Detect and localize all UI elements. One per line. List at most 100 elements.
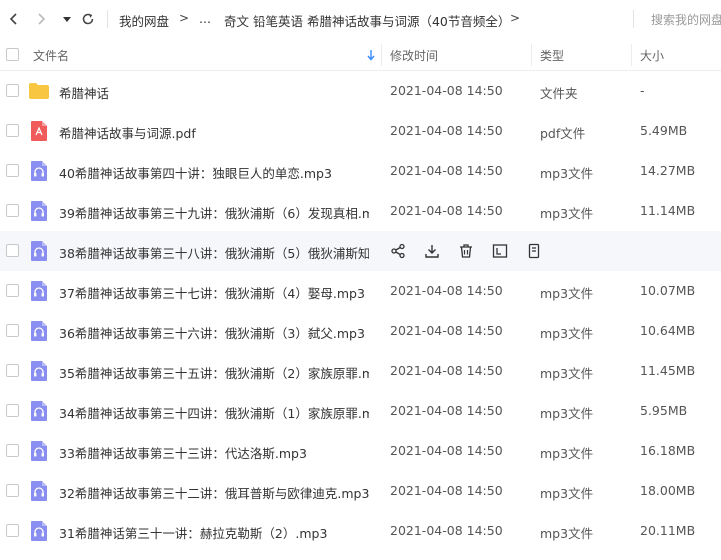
file-type: pdf文件 — [540, 126, 586, 141]
row-actions — [388, 241, 558, 261]
file-type: mp3文件 — [540, 446, 594, 461]
file-list-header: 文件名 修改时间 类型 大小 — [0, 38, 721, 71]
row-checkbox[interactable] — [6, 244, 19, 257]
rename-button[interactable] — [490, 241, 510, 261]
audio-file-icon — [31, 441, 47, 461]
column-header-name[interactable]: 文件名 — [33, 47, 69, 64]
column-header-size[interactable]: 大小 — [640, 47, 664, 64]
breadcrumb-separator: > — [510, 11, 521, 25]
file-name[interactable]: 36希腊神话故事第三十六讲：俄狄浦斯（3）弑父.mp3 — [59, 323, 365, 342]
file-type: mp3文件 — [540, 526, 594, 541]
sort-arrow-down-icon[interactable] — [366, 49, 376, 61]
file-name[interactable]: 38希腊神话故事第三十八讲：俄狄浦斯（5）俄狄浦斯知... — [59, 243, 369, 262]
row-checkbox[interactable] — [6, 204, 19, 217]
file-date: 2021-04-08 14:50 — [390, 83, 503, 98]
file-size: 10.07MB — [640, 283, 696, 298]
file-date: 2021-04-08 14:50 — [390, 443, 503, 458]
file-type: mp3文件 — [540, 286, 594, 301]
file-name[interactable]: 33希腊神话故事第三十三讲：代达洛斯.mp3 — [59, 443, 307, 462]
file-name[interactable]: 希腊神话故事与词源.pdf — [59, 123, 196, 142]
row-checkbox[interactable] — [6, 164, 19, 177]
file-date: 2021-04-08 14:50 — [390, 523, 503, 538]
chevron-right-icon — [38, 13, 46, 25]
column-divider — [631, 44, 632, 66]
file-row[interactable]: 希腊神话故事与词源.pdf 2021-04-08 14:50 pdf文件 5.4… — [0, 111, 721, 151]
select-all-checkbox[interactable] — [6, 48, 19, 61]
row-checkbox[interactable] — [6, 404, 19, 417]
column-divider — [381, 44, 382, 66]
file-name[interactable]: 35希腊神话故事第三十五讲：俄狄浦斯（2）家族原罪.m... — [59, 363, 369, 382]
breadcrumb-current[interactable]: 奇文 铅笔英语 希腊神话故事与词源（40节音频全） — [224, 11, 510, 30]
file-size: 11.45MB — [640, 363, 696, 378]
row-checkbox[interactable] — [6, 524, 19, 537]
file-row[interactable]: 31希腊神话第三十一讲：赫拉克勒斯（2）.mp3 2021-04-08 14:5… — [0, 511, 721, 551]
rename-icon — [492, 244, 508, 258]
file-name[interactable]: 31希腊神话第三十一讲：赫拉克勒斯（2）.mp3 — [59, 523, 327, 542]
file-date: 2021-04-08 14:50 — [390, 363, 503, 378]
file-size: 5.95MB — [640, 403, 688, 418]
history-dropdown-button[interactable] — [57, 9, 77, 29]
file-size: 5.49MB — [640, 123, 688, 138]
file-size: - — [640, 83, 645, 98]
file-row[interactable]: 36希腊神话故事第三十六讲：俄狄浦斯（3）弑父.mp3 2021-04-08 1… — [0, 311, 721, 351]
file-name[interactable]: 希腊神话 — [59, 83, 109, 102]
file-size: 16.18MB — [640, 443, 696, 458]
delete-button[interactable] — [456, 241, 476, 261]
breadcrumb-ellipsis[interactable]: ... — [199, 11, 211, 26]
download-icon — [425, 245, 439, 258]
row-checkbox[interactable] — [6, 324, 19, 337]
file-type: mp3文件 — [540, 366, 594, 381]
file-row[interactable]: 40希腊神话故事第四十讲：独眼巨人的单恋.mp3 2021-04-08 14:5… — [0, 151, 721, 191]
file-size: 14.27MB — [640, 163, 696, 178]
refresh-button[interactable] — [78, 9, 98, 29]
file-name[interactable]: 37希腊神话故事第三十七讲：俄狄浦斯（4）娶母.mp3 — [59, 283, 365, 302]
file-type: mp3文件 — [540, 406, 594, 421]
file-row[interactable]: 33希腊神话故事第三十三讲：代达洛斯.mp3 2021-04-08 14:50 … — [0, 431, 721, 471]
audio-file-icon — [31, 201, 47, 221]
file-row[interactable]: 34希腊神话故事第三十四讲：俄狄浦斯（1）家族原罪.m... 2021-04-0… — [0, 391, 721, 431]
file-size: 10.64MB — [640, 323, 696, 338]
pdf-file-icon — [31, 121, 47, 141]
share-icon — [391, 243, 405, 259]
file-name[interactable]: 40希腊神话故事第四十讲：独眼巨人的单恋.mp3 — [59, 163, 332, 182]
toolbar-divider — [107, 10, 108, 28]
file-row[interactable]: 37希腊神话故事第三十七讲：俄狄浦斯（4）娶母.mp3 2021-04-08 1… — [0, 271, 721, 311]
file-type: mp3文件 — [540, 206, 594, 221]
column-header-modified[interactable]: 修改时间 — [390, 47, 438, 64]
file-row[interactable]: 35希腊神话故事第三十五讲：俄狄浦斯（2）家族原罪.m... 2021-04-0… — [0, 351, 721, 391]
audio-file-icon — [31, 241, 47, 261]
file-row-hovered[interactable]: 38希腊神话故事第三十八讲：俄狄浦斯（5）俄狄浦斯知... — [0, 231, 721, 271]
row-checkbox[interactable] — [6, 484, 19, 497]
file-name[interactable]: 39希腊神话故事第三十九讲：俄狄浦斯（6）发现真相.m... — [59, 203, 369, 222]
more-button[interactable] — [524, 241, 544, 261]
audio-file-icon — [31, 401, 47, 421]
file-type: mp3文件 — [540, 326, 594, 341]
file-size: 11.14MB — [640, 203, 696, 218]
file-row[interactable]: 32希腊神话故事第三十二讲：俄耳普斯与欧律迪克.mp3 2021-04-08 1… — [0, 471, 721, 511]
file-date: 2021-04-08 14:50 — [390, 163, 503, 178]
file-date: 2021-04-08 14:50 — [390, 283, 503, 298]
row-checkbox[interactable] — [6, 444, 19, 457]
file-name[interactable]: 34希腊神话故事第三十四讲：俄狄浦斯（1）家族原罪.m... — [59, 403, 369, 422]
row-checkbox[interactable] — [6, 84, 19, 97]
row-checkbox[interactable] — [6, 364, 19, 377]
search-input[interactable]: 搜索我的网盘 — [651, 11, 721, 28]
more-icon — [528, 243, 540, 259]
file-date: 2021-04-08 14:50 — [390, 203, 503, 218]
breadcrumb-root[interactable]: 我的网盘 — [119, 11, 169, 30]
forward-button[interactable] — [31, 9, 51, 29]
column-divider — [531, 44, 532, 66]
download-button[interactable] — [422, 241, 442, 261]
file-row[interactable]: 希腊神话 2021-04-08 14:50 文件夹 - — [0, 71, 721, 111]
row-checkbox[interactable] — [6, 284, 19, 297]
row-checkbox[interactable] — [6, 124, 19, 137]
file-type: 文件夹 — [540, 86, 578, 101]
file-row[interactable]: 39希腊神话故事第三十九讲：俄狄浦斯（6）发现真相.m... 2021-04-0… — [0, 191, 721, 231]
refresh-icon — [82, 13, 94, 25]
column-header-type[interactable]: 类型 — [540, 47, 564, 64]
file-name[interactable]: 32希腊神话故事第三十二讲：俄耳普斯与欧律迪克.mp3 — [59, 483, 369, 502]
back-button[interactable] — [4, 9, 24, 29]
caret-down-icon — [63, 17, 71, 22]
share-button[interactable] — [388, 241, 408, 261]
top-toolbar: 我的网盘 > ... 奇文 铅笔英语 希腊神话故事与词源（40节音频全） > 搜… — [0, 0, 721, 38]
